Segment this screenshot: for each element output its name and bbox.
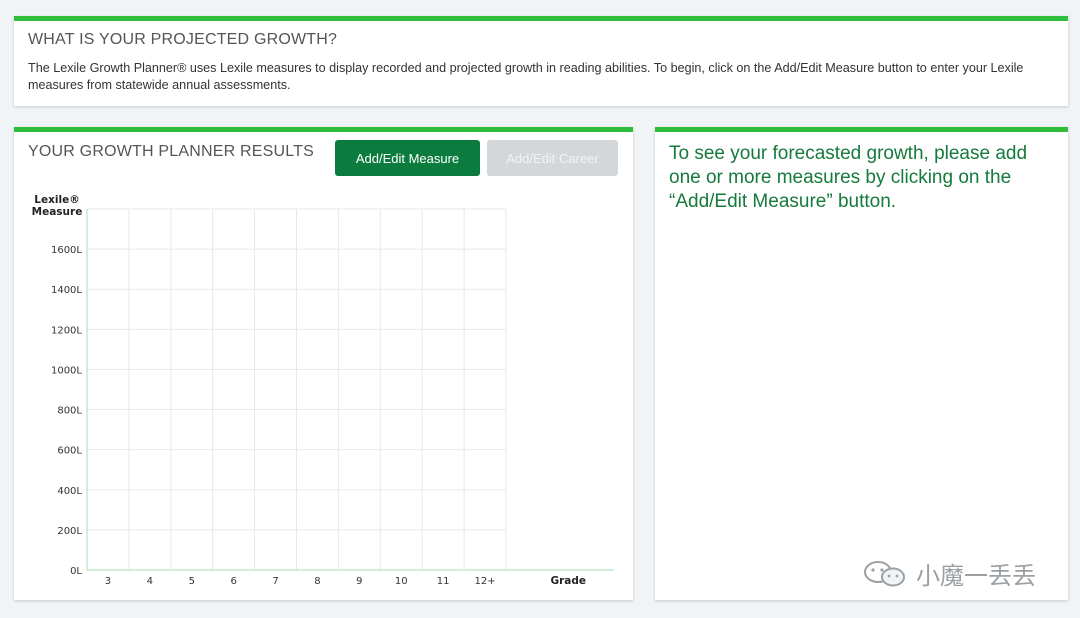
y-tick-label: 800L [57, 406, 82, 417]
x-tick-label: 7 [272, 576, 278, 587]
x-tick-label: 10 [395, 576, 408, 587]
forecast-message: To see your forecasted growth, please ad… [669, 143, 1028, 212]
y-tick-label: 1600L [51, 245, 82, 256]
watermark: 小魔一丢丢 [862, 556, 1036, 591]
x-tick-label: 8 [314, 576, 320, 587]
forecast-card: To see your forecasted growth, please ad… [655, 127, 1068, 600]
x-tick-label: 3 [105, 576, 111, 587]
intro-card: WHAT IS YOUR PROJECTED GROWTH? The Lexil… [14, 16, 1068, 106]
x-tick-label: 5 [189, 576, 195, 587]
intro-description: The Lexile Growth Planner® uses Lexile m… [28, 61, 1024, 92]
x-tick-label: 12+ [474, 576, 495, 587]
x-axis-title: Grade [550, 575, 586, 587]
x-tick-label: 9 [356, 576, 362, 587]
y-tick-label: 600L [57, 446, 82, 457]
y-tick-label: 1000L [51, 365, 82, 376]
y-axis-title: Lexile® [34, 194, 79, 206]
results-card: YOUR GROWTH PLANNER RESULTS Add/Edit Mea… [14, 127, 633, 600]
y-tick-label: 400L [57, 486, 82, 497]
y-axis-title: Measure [32, 206, 83, 218]
x-tick-label: 11 [437, 576, 450, 587]
intro-title: WHAT IS YOUR PROJECTED GROWTH? [28, 31, 338, 48]
x-tick-label: 6 [230, 576, 236, 587]
growth-chart: 0L 200L 400L 600L 800L 1000L 1200L 1400L 1600L 3 4… [32, 194, 614, 587]
wechat-icon [864, 560, 905, 586]
y-tick-label: 200L [57, 526, 82, 537]
x-tick-label: 4 [147, 576, 153, 587]
y-tick-label: 1200L [51, 325, 82, 336]
y-tick-label: 0L [70, 566, 82, 577]
y-tick-label: 1400L [51, 285, 82, 296]
watermark-text: 小魔一丢丢 [916, 563, 1036, 590]
